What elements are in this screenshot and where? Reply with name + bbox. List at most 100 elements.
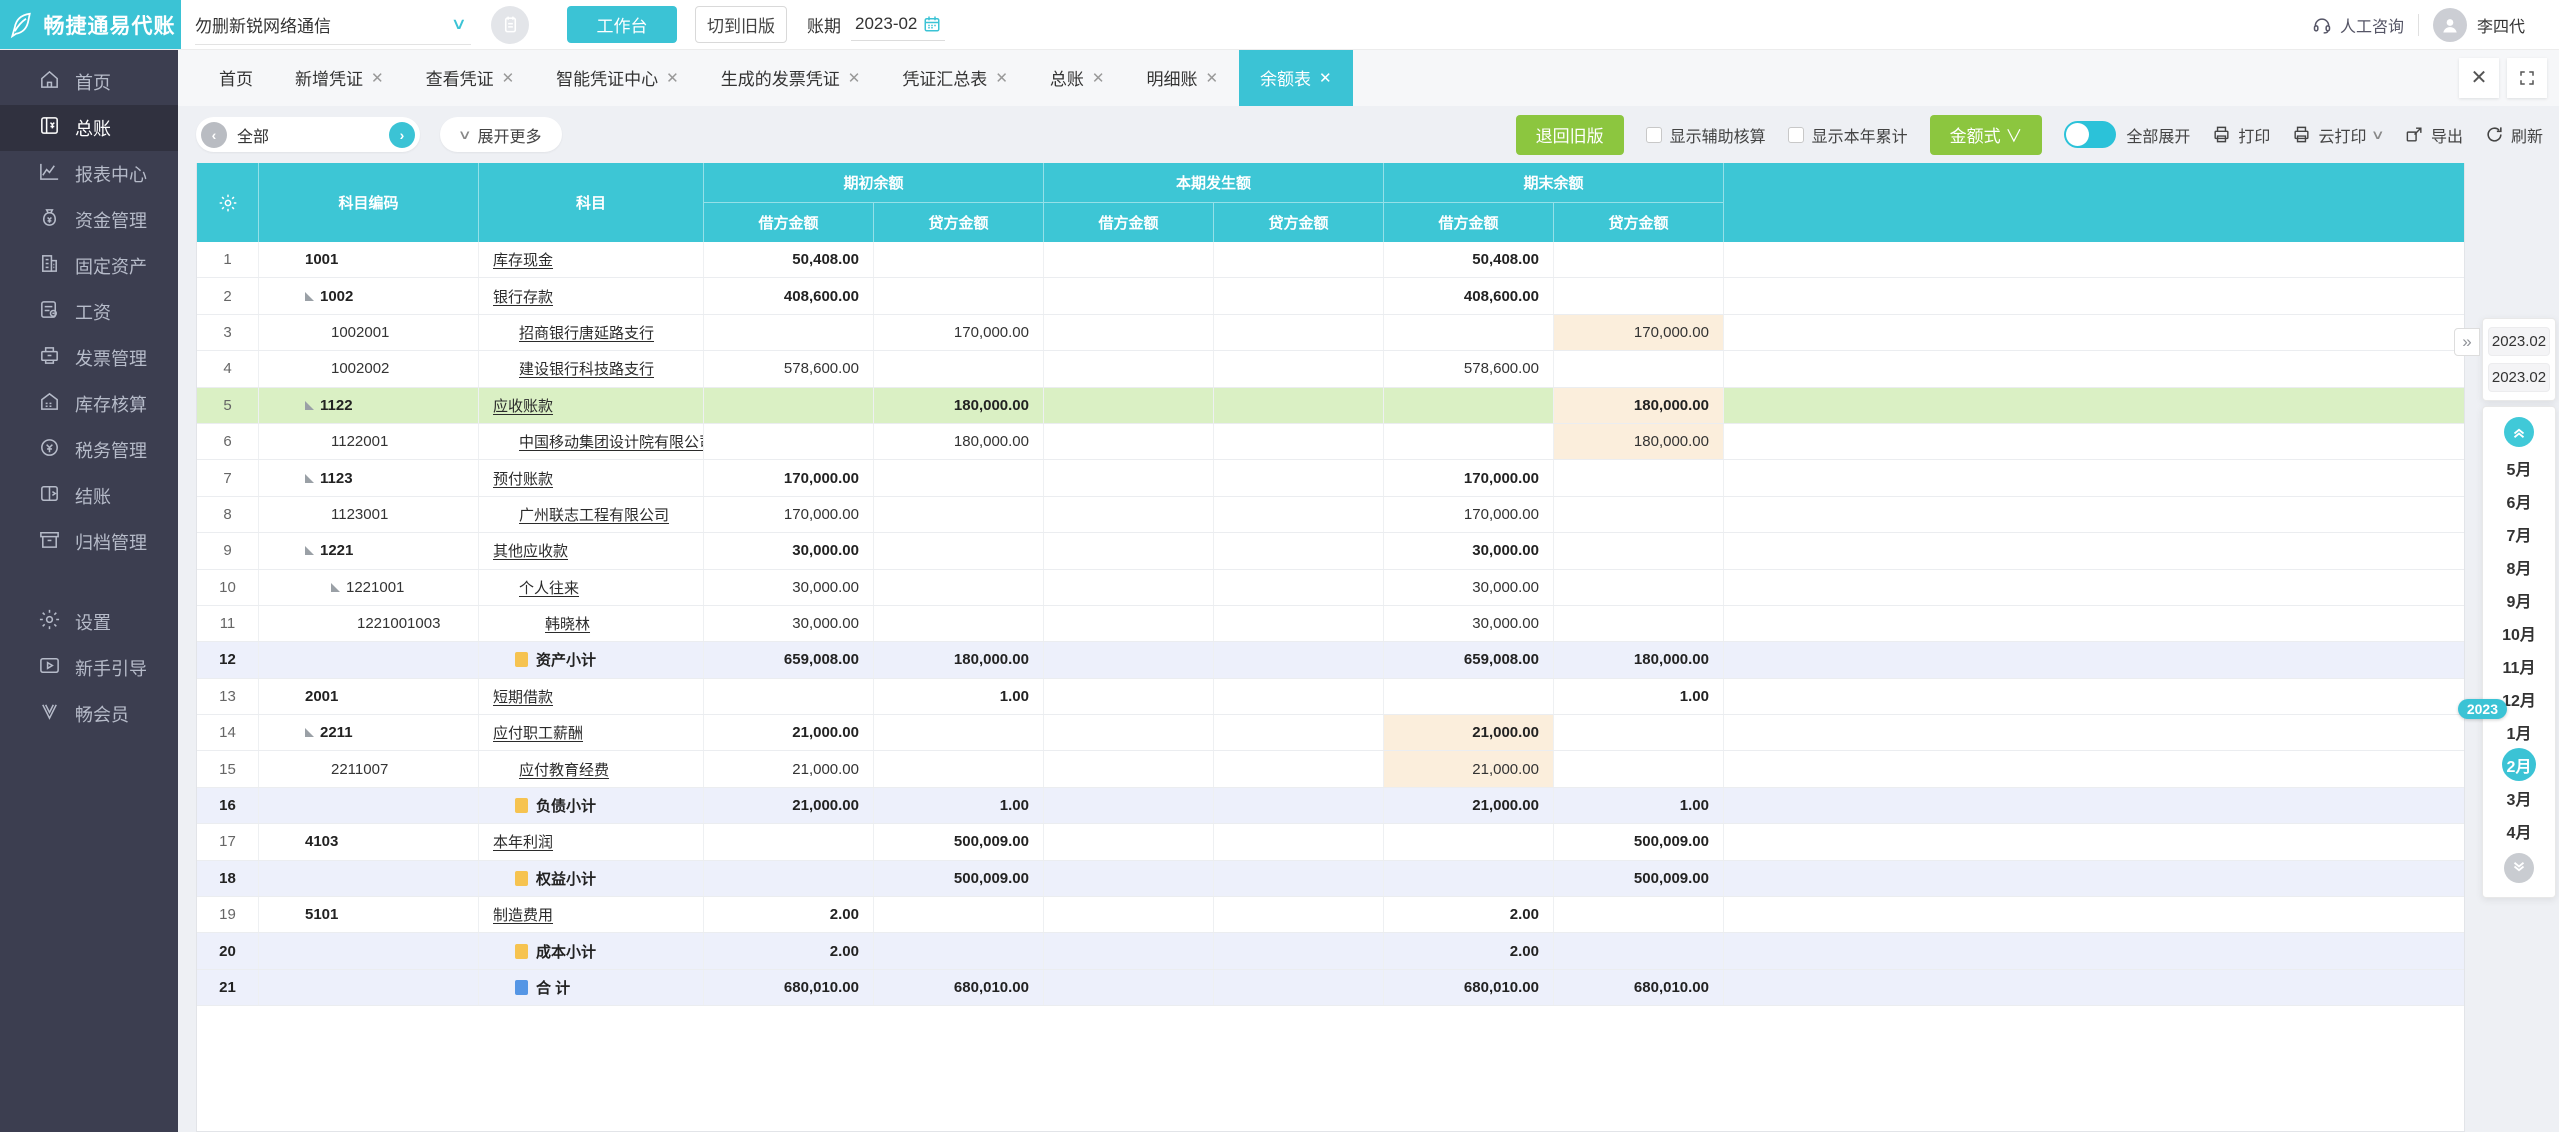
sidebar-item-member[interactable]: 畅会员	[0, 691, 178, 737]
sidebar-item-settings[interactable]: 设置	[0, 599, 178, 645]
switch-old-version-button[interactable]: 切到旧版	[695, 6, 787, 43]
table-row[interactable]: 13 2001 短期借款 1.00 1.00	[197, 678, 2464, 716]
close-icon[interactable]: ✕	[1319, 69, 1332, 87]
month-item-10月[interactable]: 10月	[2483, 616, 2555, 649]
subject-link[interactable]: 银行存款	[493, 286, 553, 307]
subject-link[interactable]: 建设银行科技路支行	[519, 358, 654, 379]
subject-link[interactable]: 中国移动集团设计院有限公司陕	[519, 431, 703, 452]
subject-link[interactable]: 广州联志工程有限公司	[519, 504, 669, 525]
month-item-2月[interactable]: 2月	[2483, 748, 2555, 781]
expand-triangle-icon[interactable]	[305, 473, 314, 483]
sidebar-item-inventory[interactable]: 库存核算	[0, 381, 178, 427]
period-to-input[interactable]: 2023.02	[2488, 363, 2550, 392]
table-row[interactable]: 19 5101 制造费用 2.00 2.00	[197, 897, 2464, 934]
tab-首页[interactable]: 首页	[198, 49, 274, 106]
scroll-months-down-button[interactable]	[2504, 853, 2534, 883]
memo-icon[interactable]	[491, 5, 529, 44]
period-picker[interactable]: 2023-02	[851, 8, 946, 41]
subject-link[interactable]: 韩晓林	[545, 613, 590, 634]
collapse-panel-button[interactable]: »	[2454, 328, 2480, 356]
table-row[interactable]: 16 负债小计 21,000.00 1.00 21,000.00 1.00	[197, 787, 2464, 825]
month-item-3月[interactable]: 3月	[2483, 781, 2555, 814]
month-item-5月[interactable]: 5月	[2483, 451, 2555, 484]
month-item-6月[interactable]: 6月	[2483, 484, 2555, 517]
subject-link[interactable]: 短期借款	[493, 686, 553, 707]
table-row[interactable]: 5 1122 应收账款 180,000.00 180,000.00	[197, 387, 2464, 424]
table-row[interactable]: 20 成本小计 2.00 2.00	[197, 933, 2464, 970]
table-row[interactable]: 9 1221 其他应收款 30,000.00 30,000.00	[197, 533, 2464, 570]
table-row[interactable]: 7 1123 预付账款 170,000.00 170,000.00	[197, 460, 2464, 497]
expand-triangle-icon[interactable]	[331, 582, 340, 592]
table-row[interactable]: 12 资产小计 659,008.00 180,000.00 659,008.00 180,…	[197, 642, 2464, 679]
subject-link[interactable]: 个人往来	[519, 577, 579, 598]
close-all-tabs-button[interactable]: ✕	[2459, 57, 2499, 98]
month-item-1月[interactable]: 1月	[2483, 715, 2555, 748]
table-row[interactable]: 14 2211 应付职工薪酬 21,000.00 21,000.00	[197, 715, 2464, 752]
cloud-print-button[interactable]: 云打印 ∨	[2292, 123, 2385, 147]
table-row[interactable]: 2 1002 银行存款 408,600.00 408,600.00	[197, 278, 2464, 315]
subject-filter-select[interactable]: ‹ 全部 ›	[196, 117, 420, 152]
refresh-button[interactable]: 刷新	[2485, 123, 2543, 147]
sidebar-item-guide[interactable]: 新手引导	[0, 645, 178, 691]
subject-link[interactable]: 应付职工薪酬	[493, 722, 583, 743]
export-button[interactable]: 导出	[2405, 123, 2463, 147]
chevron-right-icon[interactable]: ›	[389, 121, 415, 148]
expand-more-button[interactable]: ∨ 展开更多	[440, 117, 562, 152]
table-row[interactable]: 8 1123001 广州联志工程有限公司 170,000.00 170,000.00	[197, 496, 2464, 534]
table-row[interactable]: 1 1001 库存现金 50,408.00 50,408.00	[197, 242, 2464, 279]
subject-link[interactable]: 预付账款	[493, 468, 553, 489]
fullscreen-button[interactable]	[2507, 57, 2547, 98]
column-settings-gear-icon[interactable]	[197, 163, 259, 242]
subject-link[interactable]: 制造费用	[493, 904, 553, 925]
table-row[interactable]: 4 1002002 建设银行科技路支行 578,600.00 578,600.00	[197, 351, 2464, 388]
sidebar-item-invoice[interactable]: 发票管理	[0, 335, 178, 381]
back-to-old-version-button[interactable]: 退回旧版	[1515, 114, 1624, 155]
expand-triangle-icon[interactable]	[305, 291, 314, 301]
close-icon[interactable]: ✕	[502, 69, 515, 87]
expand-all-toggle[interactable]	[2064, 121, 2117, 148]
workbench-button[interactable]: 工作台	[567, 6, 677, 43]
table-row[interactable]: 6 1122001 中国移动集团设计院有限公司陕 180,000.00 180,000.…	[197, 423, 2464, 461]
subject-link[interactable]: 招商银行唐延路支行	[519, 322, 654, 343]
subject-link[interactable]: 库存现金	[493, 249, 553, 270]
close-icon[interactable]: ✕	[995, 69, 1008, 87]
tab-余额表[interactable]: 余额表 ✕	[1239, 49, 1353, 106]
close-icon[interactable]: ✕	[1092, 69, 1105, 87]
close-icon[interactable]: ✕	[1205, 69, 1218, 87]
month-item-8月[interactable]: 8月	[2483, 550, 2555, 583]
period-from-input[interactable]: 2023.02	[2488, 327, 2550, 356]
support-link[interactable]: 人工咨询	[2312, 13, 2404, 37]
close-icon[interactable]: ✕	[371, 69, 384, 87]
month-item-4月[interactable]: 4月	[2483, 814, 2555, 847]
tab-总账[interactable]: 总账 ✕	[1029, 49, 1126, 106]
sidebar-item-archive[interactable]: 归档管理	[0, 519, 178, 565]
tab-明细账[interactable]: 明细账 ✕	[1125, 49, 1239, 106]
company-select[interactable]: 勿删新锐网络通信 ∨	[195, 5, 471, 45]
close-icon[interactable]: ✕	[666, 69, 679, 87]
table-row[interactable]: 21 合 计 680,010.00 680,010.00 680,010.00 680,0…	[197, 969, 2464, 1007]
sidebar-item-funds[interactable]: 资金管理	[0, 197, 178, 243]
expand-triangle-icon[interactable]	[305, 728, 314, 738]
close-icon[interactable]: ✕	[848, 69, 861, 87]
subject-link[interactable]: 应收账款	[493, 395, 553, 416]
sidebar-item-report[interactable]: 报表中心	[0, 151, 178, 197]
show-auxiliary-checkbox[interactable]: 显示辅助核算	[1645, 123, 1766, 147]
table-row[interactable]: 18 权益小计 500,009.00 500,009.00	[197, 860, 2464, 898]
subject-link[interactable]: 其他应收款	[493, 540, 568, 561]
sidebar-item-closing[interactable]: 结账	[0, 473, 178, 519]
table-row[interactable]: 15 2211007 应付教育经费 21,000.00 21,000.00	[197, 751, 2464, 788]
month-item-11月[interactable]: 11月	[2483, 649, 2555, 682]
table-row[interactable]: 11 1221001003 韩晓林 30,000.00 30,000.00	[197, 605, 2464, 643]
scroll-months-up-button[interactable]	[2504, 417, 2534, 447]
show-ytd-checkbox[interactable]: 显示本年累计	[1787, 123, 1908, 147]
subject-link[interactable]: 应付教育经费	[519, 759, 609, 780]
table-row[interactable]: 10 1221001 个人往来 30,000.00 30,000.00	[197, 569, 2464, 606]
subject-link[interactable]: 本年利润	[493, 831, 553, 852]
print-button[interactable]: 打印	[2212, 123, 2270, 147]
month-item-9月[interactable]: 9月	[2483, 583, 2555, 616]
amount-style-button[interactable]: 金额式 ∨	[1929, 114, 2043, 155]
expand-triangle-icon[interactable]	[305, 400, 314, 410]
tab-生成的发票凭证[interactable]: 生成的发票凭证 ✕	[700, 49, 882, 106]
month-item-7月[interactable]: 7月	[2483, 517, 2555, 550]
sidebar-item-home[interactable]: 首页	[0, 59, 178, 105]
